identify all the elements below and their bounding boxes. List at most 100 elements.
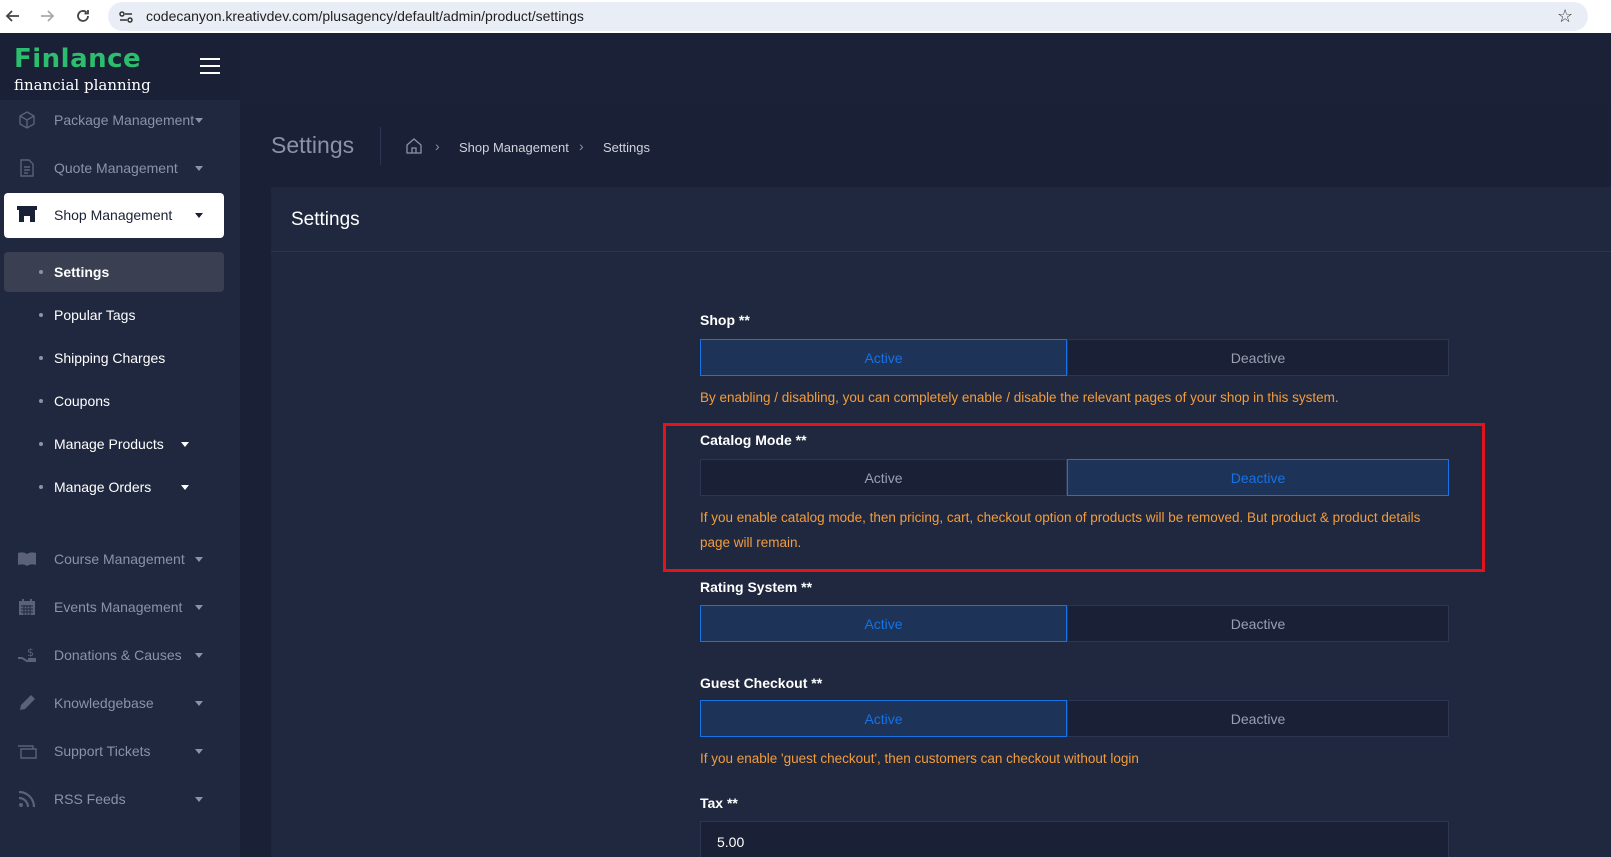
caret-down-icon <box>195 213 203 218</box>
sidebar-item-label: Support Tickets <box>54 743 151 759</box>
guest-checkout-label: Guest Checkout ** <box>700 675 823 691</box>
sidebar-item-support-tickets[interactable]: Support Tickets <box>0 731 240 771</box>
shop-deactive-button[interactable]: Deactive <box>1067 339 1449 376</box>
submenu-item-label: Shipping Charges <box>54 350 166 366</box>
guest-checkout-deactive-button[interactable]: Deactive <box>1067 700 1449 737</box>
caret-down-icon <box>181 485 189 490</box>
book-icon <box>17 549 37 569</box>
caret-down-icon <box>195 748 203 754</box>
header-divider <box>380 127 381 165</box>
chevron-right-icon: › <box>579 138 584 154</box>
shop-label: Shop ** <box>700 312 750 328</box>
sidebar-item-label: RSS Feeds <box>54 791 126 807</box>
ticket-icon <box>17 741 37 761</box>
submenu-item-label: Settings <box>54 264 110 280</box>
site-info-icon[interactable] <box>116 7 136 27</box>
submenu-item-label: Manage Products <box>54 436 164 452</box>
bullet-dot <box>39 313 43 317</box>
submenu-item-shipping-charges[interactable]: Shipping Charges <box>4 338 224 378</box>
page-title: Settings <box>271 132 355 158</box>
top-navbar <box>240 40 1611 103</box>
breadcrumb-shop-management[interactable]: Shop Management <box>459 140 569 155</box>
forward-arrow-icon[interactable] <box>36 5 58 27</box>
sidebar-item-label: Knowledgebase <box>54 695 154 711</box>
bookmark-star-icon[interactable]: ☆ <box>1557 6 1573 27</box>
rss-icon <box>17 789 37 809</box>
submenu-item-manage-orders[interactable]: Manage Orders <box>4 467 224 507</box>
calendar-icon <box>17 597 37 617</box>
bullet-dot <box>39 485 43 489</box>
guest-checkout-toggle-group: Active Deactive <box>700 700 1449 737</box>
home-icon[interactable] <box>405 137 423 155</box>
sidebar-item-knowledgebase[interactable]: Knowledgebase <box>0 683 240 723</box>
sidebar-item-shop-management[interactable]: Shop Management <box>4 193 224 238</box>
rating-system-active-button[interactable]: Active <box>700 605 1067 642</box>
bullet-dot <box>39 442 43 446</box>
caret-down-icon <box>195 604 203 610</box>
reload-icon[interactable] <box>72 5 94 27</box>
sidebar-item-label: Shop Management <box>54 207 173 223</box>
tax-label: Tax ** <box>700 795 738 811</box>
caret-down-icon <box>195 556 203 562</box>
submenu-item-settings[interactable]: Settings <box>4 252 224 292</box>
sidebar-item-label: Events Management <box>54 599 183 615</box>
document-icon <box>17 158 37 178</box>
hamburger-menu-icon[interactable] <box>200 58 220 74</box>
sidebar-item-label: Package Management <box>54 112 195 128</box>
svg-text:$: $ <box>27 646 34 659</box>
sidebar-item-course-management[interactable]: Course Management <box>0 539 240 579</box>
package-icon <box>17 110 37 130</box>
caret-down-icon <box>195 796 203 802</box>
sidebar-item-label: Course Management <box>54 551 185 567</box>
back-arrow-icon[interactable] <box>2 5 24 27</box>
guest-checkout-active-button[interactable]: Active <box>700 700 1067 737</box>
store-icon <box>16 204 38 226</box>
catalog-mode-toggle-group: Active Deactive <box>700 459 1449 496</box>
logo[interactable]: Finlance <box>14 44 141 74</box>
submenu-item-label: Manage Orders <box>54 479 152 495</box>
logo-tagline: financial planning <box>14 76 151 94</box>
caret-down-icon <box>195 652 203 658</box>
bullet-dot <box>39 270 43 274</box>
submenu-item-manage-products[interactable]: Manage Products <box>4 424 224 464</box>
catalog-mode-help-text: If you enable catalog mode, then pricing… <box>700 510 1421 550</box>
sidebar-item-donations-causes[interactable]: $ Donations & Causes <box>0 635 240 675</box>
caret-down-icon <box>195 165 203 171</box>
sidebar: Finlance financial planning Package Mana… <box>0 40 240 857</box>
rating-system-label: Rating System ** <box>700 579 813 595</box>
catalog-mode-deactive-button[interactable]: Deactive <box>1067 459 1449 496</box>
chevron-right-icon: › <box>435 138 440 154</box>
sidebar-item-label: Donations & Causes <box>54 647 182 663</box>
sidebar-item-package-management[interactable]: Package Management <box>0 100 240 140</box>
caret-down-icon <box>195 117 203 123</box>
submenu-item-label: Popular Tags <box>54 307 136 323</box>
card-header: Settings <box>271 187 1611 252</box>
sidebar-item-quote-management[interactable]: Quote Management <box>0 148 240 188</box>
rating-system-toggle-group: Active Deactive <box>700 605 1449 642</box>
guest-checkout-help-text: If you enable 'guest checkout', then cus… <box>700 751 1139 766</box>
shop-help-text: By enabling / disabling, you can complet… <box>700 390 1339 405</box>
breadcrumb-settings: Settings <box>603 140 650 155</box>
catalog-mode-label: Catalog Mode ** <box>700 432 807 448</box>
rating-system-deactive-button[interactable]: Deactive <box>1067 605 1449 642</box>
hand-dollar-icon: $ <box>17 645 37 665</box>
submenu-item-popular-tags[interactable]: Popular Tags <box>4 295 224 335</box>
sidebar-item-label: Quote Management <box>54 160 178 176</box>
url-text[interactable]: codecanyon.kreativdev.com/plusagency/def… <box>146 8 584 24</box>
bullet-dot <box>39 356 43 360</box>
pencil-icon <box>17 693 37 713</box>
shop-active-button[interactable]: Active <box>700 339 1067 376</box>
logo-area: Finlance financial planning <box>0 40 240 100</box>
catalog-mode-active-button[interactable]: Active <box>700 459 1067 496</box>
submenu-item-coupons[interactable]: Coupons <box>4 381 224 421</box>
bullet-dot <box>39 399 43 403</box>
card-title: Settings <box>291 209 360 230</box>
caret-down-icon <box>195 700 203 706</box>
submenu-item-label: Coupons <box>54 393 111 409</box>
sidebar-item-rss-feeds[interactable]: RSS Feeds <box>0 779 240 819</box>
browser-toolbar: codecanyon.kreativdev.com/plusagency/def… <box>0 0 1611 33</box>
caret-down-icon <box>181 442 189 447</box>
shop-toggle-group: Active Deactive <box>700 339 1449 376</box>
tax-input[interactable]: 5.00 <box>700 821 1449 857</box>
sidebar-item-events-management[interactable]: Events Management <box>0 587 240 627</box>
